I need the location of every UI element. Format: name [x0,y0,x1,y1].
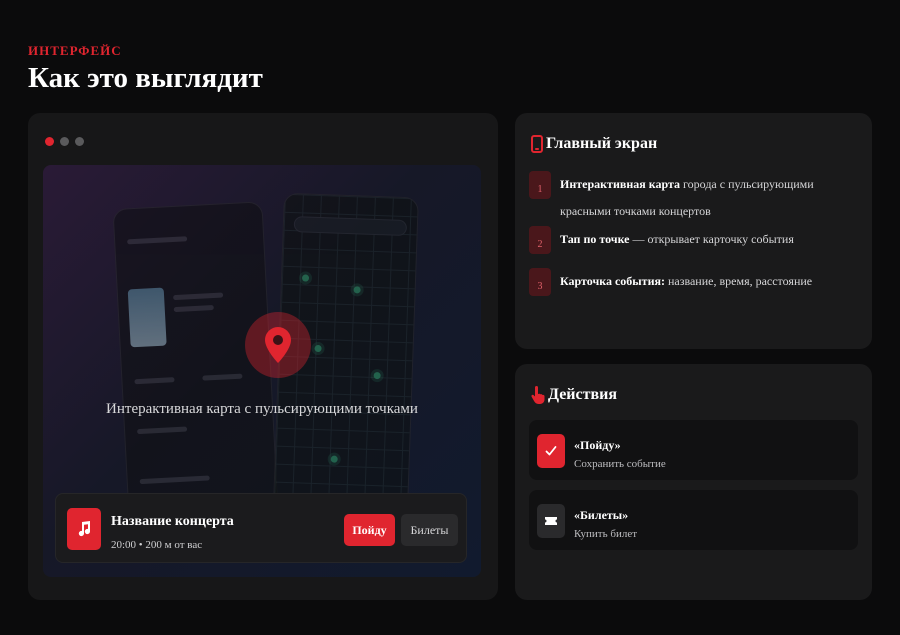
section-eyebrow: ИНТЕРФЕЙС [28,43,122,58]
main-screen-title: Главный экран [546,135,658,152]
placeholder-line [137,426,188,435]
step-text: Интерактивная карта города с пульсирующи… [560,171,860,225]
checkmark-icon [537,434,565,468]
card-title: Главный экран [531,135,657,153]
map-preview[interactable]: Интерактивная карта с пульсирующими точк… [43,165,481,577]
card-title: Действия [531,386,617,404]
map-point [353,286,361,294]
step-bold: Карточка события: [560,274,665,288]
step-item: 1 Интерактивная карта города с пульсирую… [529,171,860,225]
map-point [330,455,338,463]
step-item: 3 Карточка события: название, время, рас… [529,268,860,296]
step-number: 1 [529,171,551,199]
pointer-hand-icon [531,386,545,404]
placeholder-line [173,304,214,313]
ticket-icon [537,504,565,538]
background-phone-mockup [112,201,280,539]
step-bold: Интерактивная карта [560,177,681,191]
tickets-button[interactable]: Билеты [401,514,458,546]
main-screen-card: Главный экран 1 Интерактивная карта горо… [515,113,872,349]
window-dot-red [45,137,54,146]
placeholder-line [202,373,243,381]
action-title: «Пойду» [574,438,621,452]
go-button[interactable]: Пойду [344,514,395,546]
placeholder-line [139,475,210,485]
page: ИНТЕРФЕЙС Как это выглядит Интерактивная… [0,0,900,635]
window-dot-gray [60,137,69,146]
window-dot-gray [75,137,84,146]
step-item: 2 Тап по точке — открывает карточку собы… [529,226,860,254]
window-dots [45,137,84,146]
map-point [314,344,322,353]
concert-card[interactable]: Название концерта 20:00 • 200 м от вас П… [55,493,467,563]
map-caption: Интерактивная карта с пульсирующими точк… [106,401,418,417]
step-rest: название, время, расстояние [664,274,813,288]
action-item-tickets[interactable]: «Билеты» Купить билет [529,490,858,550]
concert-meta: 20:00 • 200 м от вас [111,539,203,551]
placeholder-search [293,216,408,237]
placeholder-line [127,236,188,245]
action-subtitle: Купить билет [574,528,638,540]
step-text: Карточка события: название, время, расст… [560,268,860,295]
step-number: 2 [529,226,551,254]
phone-icon [531,135,543,153]
placeholder-line [173,292,224,301]
step-rest: — открывает карточку события [629,232,794,246]
action-title: «Билеты» [574,508,629,522]
map-pin-icon [265,327,291,363]
section-title: Как это выглядит [28,62,263,94]
demo-card: Интерактивная карта с пульсирующими точк… [28,113,498,600]
action-subtitle: Сохранить событие [574,458,666,470]
concert-name: Название концерта [111,514,234,529]
step-bold: Тап по точке [560,232,630,246]
map-point [301,274,310,282]
map-point [373,371,381,380]
action-item-go[interactable]: «Пойду» Сохранить событие [529,420,858,480]
step-text: Тап по точке — открывает карточку событи… [560,226,860,253]
music-note-icon [67,508,101,550]
placeholder-image [127,287,167,348]
pulsing-location-pin[interactable] [245,312,311,378]
actions-card: Действия «Пойду» Сохранить событие «Биле… [515,364,872,600]
placeholder-line [134,377,175,385]
step-number: 3 [529,268,551,296]
actions-title: Действия [548,386,617,403]
